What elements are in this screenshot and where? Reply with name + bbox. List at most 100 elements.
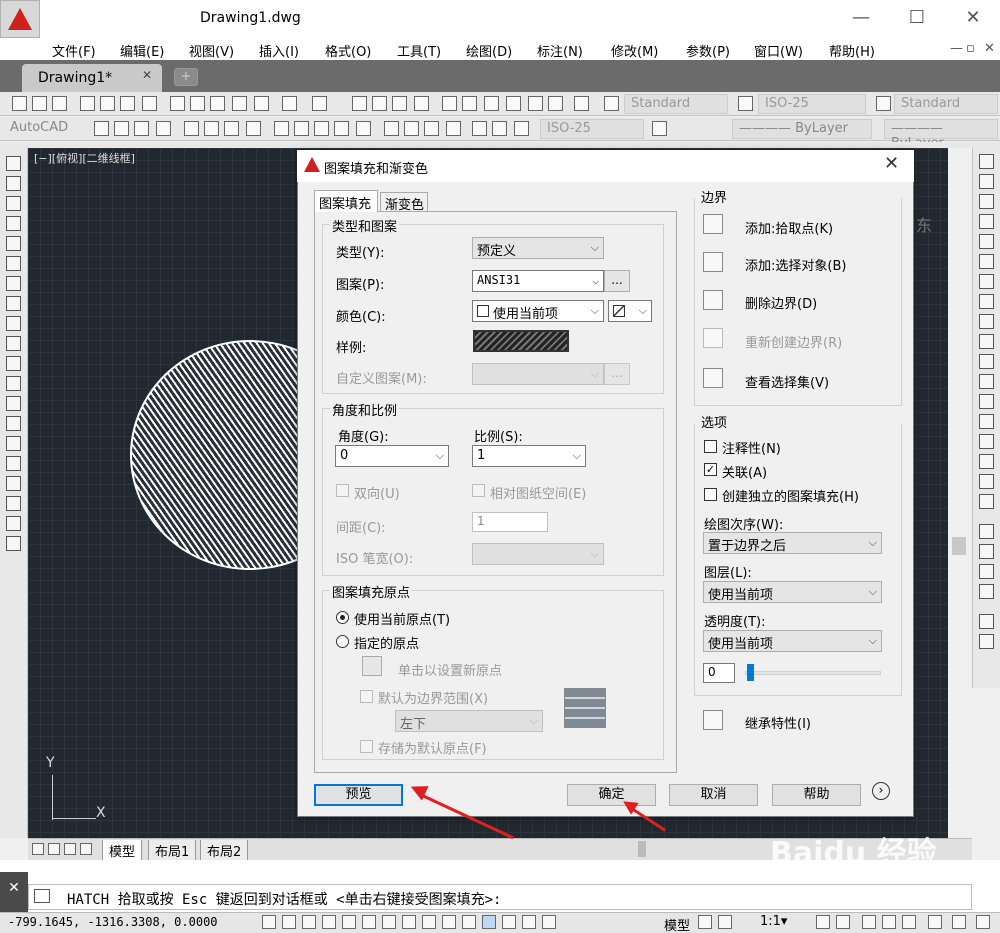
menu-draw[interactable]: 绘图(D) — [466, 41, 512, 60]
inherit-properties-label[interactable]: 继承特性(I) — [745, 713, 811, 732]
help-button[interactable]: 帮助 — [772, 784, 861, 806]
redo-icon[interactable] — [312, 96, 327, 111]
inspection-icon[interactable] — [424, 121, 439, 136]
draw-order-select[interactable]: 置于边界之后 ⌵ — [703, 532, 882, 554]
angular-dimension-icon[interactable] — [246, 121, 261, 136]
polyline-icon[interactable] — [6, 196, 21, 211]
zoom-realtime-icon[interactable] — [372, 96, 387, 111]
clean-screen-icon[interactable] — [976, 915, 990, 929]
draworder-below-icon[interactable] — [979, 584, 994, 599]
menu-format[interactable]: 格式(O) — [325, 41, 371, 60]
quick-view-layouts-icon[interactable] — [698, 915, 712, 929]
menu-parametric[interactable]: 参数(P) — [686, 41, 730, 60]
fillet-icon[interactable] — [979, 454, 994, 469]
transparency-slider-track[interactable] — [745, 671, 881, 675]
view-selections-label[interactable]: 查看选择集(V) — [745, 372, 829, 391]
lineweight-select[interactable]: ———— ByLayer — [884, 119, 998, 151]
chamfer-icon[interactable] — [979, 434, 994, 449]
point-icon[interactable] — [6, 416, 21, 431]
snap-mode-icon[interactable] — [282, 915, 296, 929]
ellipse-arc-icon[interactable] — [6, 356, 21, 371]
command-line[interactable]: HATCH 拾取或按 Esc 键返回到对话框或 <单击右键接受图案填充>: — [28, 884, 972, 910]
save-icon[interactable] — [52, 96, 67, 111]
tool-palettes-icon[interactable] — [484, 96, 499, 111]
pattern-select[interactable]: ANSI31 ⌵ — [472, 270, 604, 292]
preview-button[interactable]: 预览 — [314, 784, 403, 806]
table-style-select[interactable]: Standard — [894, 94, 998, 114]
tab-gradient[interactable]: 渐变色 — [380, 192, 428, 213]
linear-dimension-icon[interactable] — [94, 121, 109, 136]
add-pick-points-label[interactable]: 添加:拾取点(K) — [745, 218, 833, 237]
3d-object-snap-icon[interactable] — [382, 915, 396, 929]
menu-help[interactable]: 帮助(H) — [829, 41, 875, 60]
add-selected-icon[interactable] — [6, 536, 21, 551]
object-snap-tracking-icon[interactable] — [402, 915, 416, 929]
draworder-above-icon[interactable] — [979, 564, 994, 579]
annotation-visibility-icon[interactable] — [816, 915, 830, 929]
close-button[interactable]: ✕ — [958, 6, 988, 30]
dimension-update-icon[interactable] — [514, 121, 529, 136]
make-block-icon[interactable] — [6, 396, 21, 411]
dynamic-input-icon[interactable] — [442, 915, 456, 929]
associative-checkbox[interactable]: ✓ — [704, 463, 717, 476]
viewport-controls[interactable]: [−][俯视][二维线框] — [34, 150, 135, 166]
vertical-scrollbar[interactable] — [950, 148, 970, 838]
selection-cycling-icon[interactable] — [522, 915, 536, 929]
workspace-label[interactable]: AutoCAD — [10, 120, 68, 135]
gradient-icon[interactable] — [6, 456, 21, 471]
table-icon[interactable] — [6, 496, 21, 511]
model-space-button[interactable]: 模型 — [664, 915, 690, 933]
insert-block-icon[interactable] — [6, 376, 21, 391]
dim-style-select-2[interactable]: ISO-25 — [540, 119, 644, 139]
menu-file[interactable]: 文件(F) — [52, 41, 96, 60]
line-icon[interactable] — [6, 156, 21, 171]
lock-icon[interactable] — [882, 915, 896, 929]
cut-icon[interactable] — [170, 96, 185, 111]
erase-icon[interactable] — [979, 154, 994, 169]
remove-boundaries-label[interactable]: 删除边界(D) — [745, 293, 817, 312]
menu-window[interactable]: 窗口(W) — [754, 41, 803, 60]
view-selections-icon[interactable] — [703, 368, 723, 388]
scale-select[interactable]: 1 ⌵ — [472, 445, 586, 467]
baseline-dimension-icon[interactable] — [294, 121, 309, 136]
linetype-select[interactable]: ———— ByLayer — [732, 119, 872, 139]
hatch-back-icon[interactable] — [979, 634, 994, 649]
publish-icon[interactable] — [120, 96, 135, 111]
quickcalc-icon[interactable] — [548, 96, 563, 111]
jogged-linear-icon[interactable] — [446, 121, 461, 136]
draworder-front-icon[interactable] — [979, 524, 994, 539]
region-icon[interactable] — [6, 476, 21, 491]
rectangle-icon[interactable] — [6, 236, 21, 251]
help-icon[interactable] — [574, 96, 589, 111]
dimension-text-edit-icon[interactable] — [492, 121, 507, 136]
construction-line-icon[interactable] — [6, 176, 21, 191]
markup-icon[interactable] — [528, 96, 543, 111]
allow-ucs-icon[interactable] — [422, 915, 436, 929]
specified-origin-radio[interactable] — [336, 635, 349, 648]
previous-layout-icon[interactable] — [48, 843, 60, 855]
viewcube-east-label[interactable]: 东 — [916, 212, 932, 236]
transparency-slider-thumb[interactable] — [747, 664, 754, 681]
cancel-button[interactable]: 取消 — [669, 784, 758, 806]
dimension-break-icon[interactable] — [356, 121, 371, 136]
move-icon[interactable] — [979, 254, 994, 269]
zoom-previous-icon[interactable] — [414, 96, 429, 111]
jogged-dimension-icon[interactable] — [204, 121, 219, 136]
annotation-monitor-icon[interactable] — [542, 915, 556, 929]
ordinate-dimension-icon[interactable] — [156, 121, 171, 136]
workspace-switching-icon[interactable] — [862, 915, 876, 929]
quick-dimension-icon[interactable] — [274, 121, 289, 136]
explode-icon[interactable] — [979, 494, 994, 509]
tab-layout2[interactable]: 布局2 — [200, 840, 249, 862]
menu-insert[interactable]: 插入(I) — [259, 41, 299, 60]
center-mark-icon[interactable] — [404, 121, 419, 136]
3d-print-icon[interactable] — [142, 96, 157, 111]
inner-close-button[interactable]: ✕ — [984, 41, 995, 56]
angle-select[interactable]: 0 ⌵ — [335, 445, 449, 467]
ellipse-icon[interactable] — [6, 336, 21, 351]
color-select[interactable]: 使用当前项 ⌵ — [472, 300, 604, 322]
inner-minimize-button[interactable]: — — [950, 41, 963, 56]
tab-hatch[interactable]: 图案填充 — [314, 190, 378, 212]
arc-icon[interactable] — [6, 256, 21, 271]
dimension-space-icon[interactable] — [334, 121, 349, 136]
